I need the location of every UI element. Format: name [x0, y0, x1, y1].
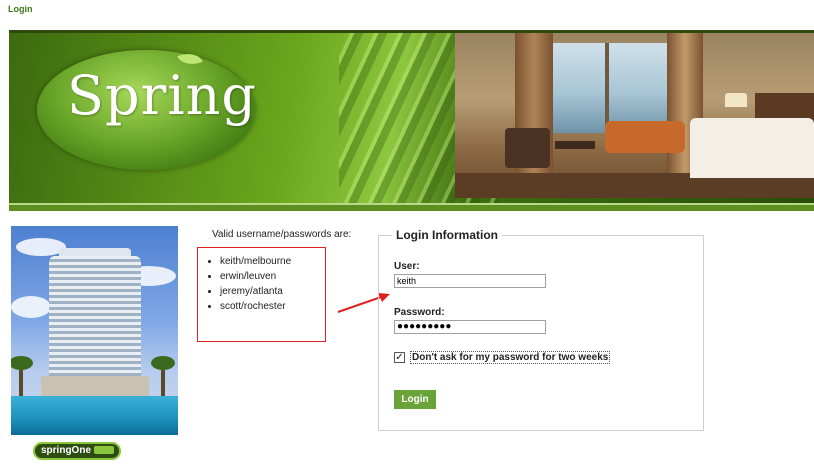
- remember-checkbox[interactable]: ✓: [394, 352, 405, 363]
- sofa: [605, 121, 685, 153]
- user-input[interactable]: [394, 274, 546, 288]
- palm-trunk: [161, 366, 165, 400]
- hotel-tower-photo: [11, 226, 178, 435]
- badge-tag: [94, 446, 115, 455]
- annotation-box: [197, 247, 326, 342]
- window-view: [550, 43, 670, 133]
- palm-trunk: [19, 366, 23, 400]
- springone-badge: springOne: [33, 442, 121, 460]
- window-frame: [605, 43, 609, 133]
- banner-bottom-bar: [9, 205, 814, 211]
- pool: [11, 396, 178, 435]
- password-mask: ●●●●●●●●●: [397, 321, 452, 332]
- badge-text: springOne: [41, 445, 92, 456]
- login-link[interactable]: Login: [8, 4, 33, 14]
- palm-leaves: [11, 356, 33, 370]
- login-button[interactable]: Login: [394, 390, 436, 409]
- bed: [690, 118, 814, 178]
- hotel-room-image: [455, 33, 814, 198]
- login-legend: Login Information: [392, 228, 502, 242]
- tower: [49, 256, 141, 391]
- armchair: [505, 128, 550, 168]
- valid-users-title: Valid username/passwords are:: [212, 229, 352, 240]
- spring-logo-text: Spring: [67, 64, 257, 127]
- lamp: [725, 93, 747, 107]
- cloud: [11, 296, 51, 318]
- user-label: User:: [394, 261, 420, 272]
- header-banner: Spring: [9, 30, 814, 211]
- coffee-table: [555, 141, 595, 149]
- remember-label[interactable]: Don't ask for my password for two weeks: [410, 351, 611, 364]
- password-label: Password:: [394, 307, 445, 318]
- tower-base: [41, 376, 149, 396]
- palm-leaves: [151, 356, 175, 370]
